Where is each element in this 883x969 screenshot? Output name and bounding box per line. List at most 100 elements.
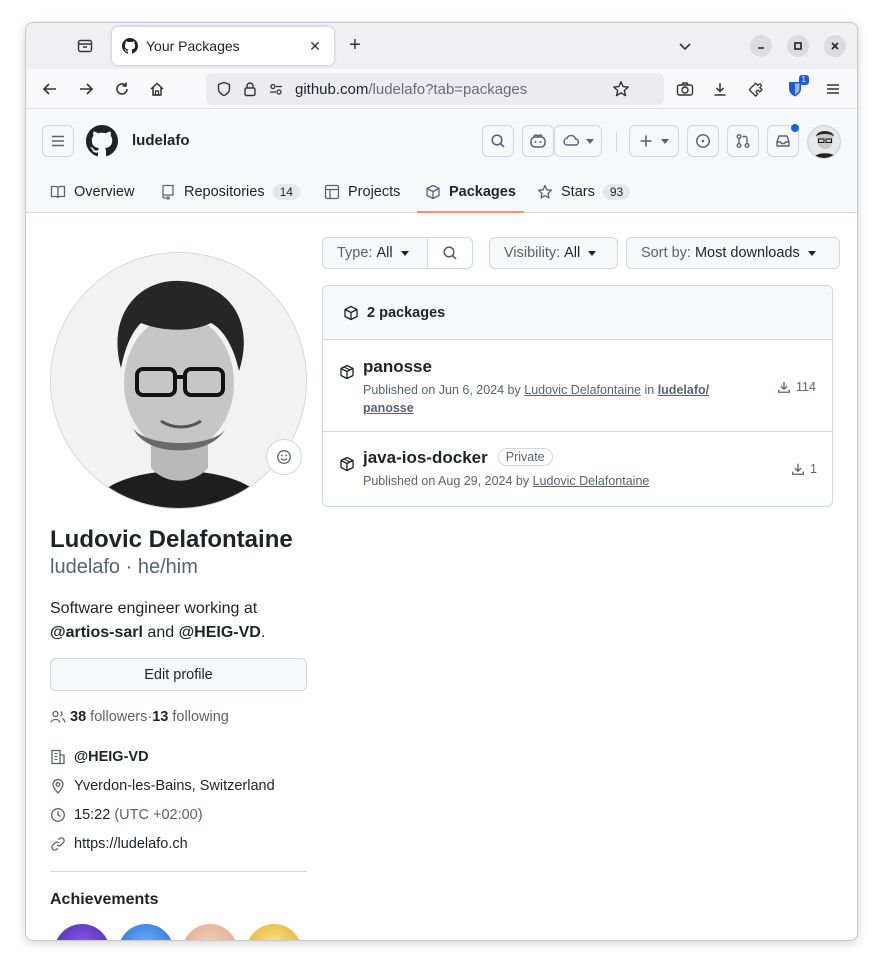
bio-org-link-artios[interactable]: @artios-sarl <box>50 624 143 641</box>
profile-local-time: 15:22 (UTC +02:00) <box>50 807 203 823</box>
menu-icon[interactable] <box>822 78 844 100</box>
hamburger-menu-button[interactable] <box>42 125 74 157</box>
package-meta: Published on Aug 29, 2024 by Ludovic Del… <box>363 472 743 490</box>
navigation-toolbar: github.com/ludelafo?tab=packages 1 <box>26 69 857 109</box>
package-name-link[interactable]: panosse <box>363 357 432 377</box>
reload-icon[interactable] <box>111 78 133 100</box>
location-text: Yverdon-les-Bains, Switzerland <box>74 778 275 794</box>
url-text[interactable]: github.com/ludelafo?tab=packages <box>295 81 527 98</box>
forward-icon[interactable] <box>75 78 97 100</box>
followers-count: 38 <box>70 709 87 725</box>
url-path: /ludelafo?tab=packages <box>368 81 528 98</box>
tab-strip: Your Packages ✕ + <box>26 23 857 69</box>
tab-stars-label: Stars <box>561 183 595 200</box>
package-icon <box>340 456 354 472</box>
copilot-dropdown-button[interactable] <box>554 125 602 157</box>
lock-icon[interactable] <box>242 81 258 102</box>
profile-bio: Software engineer working at @artios-sar… <box>50 597 310 645</box>
package-name-link[interactable]: java-ios-docker <box>363 448 488 467</box>
achievement-badge-1[interactable] <box>54 924 110 940</box>
downloads-icon[interactable] <box>709 78 731 100</box>
github-logo-icon[interactable] <box>86 125 118 162</box>
copilot-button[interactable] <box>522 125 554 157</box>
tab-repositories-label: Repositories <box>184 183 265 200</box>
header-username-link[interactable]: ludelafo <box>132 132 190 149</box>
tab-overview-label: Overview <box>74 183 135 200</box>
package-in: in <box>644 383 655 397</box>
achievement-badge-4[interactable] <box>246 924 302 940</box>
bio-text: Software engineer working at <box>50 600 258 617</box>
tab-projects-label: Projects <box>348 183 401 200</box>
following-link[interactable]: 13 following <box>152 709 229 725</box>
follow-stats: 38 followers · 13 following <box>50 709 229 725</box>
star-icon <box>537 184 553 199</box>
achievement-badge-3[interactable] <box>182 924 238 940</box>
visibility-filter-label: Visibility: <box>504 245 561 261</box>
bio-and: and <box>142 624 179 641</box>
browser-tab-active[interactable]: Your Packages ✕ <box>112 27 334 65</box>
clock-icon <box>51 808 65 822</box>
maximize-icon[interactable] <box>787 35 809 57</box>
package-download-count: 1 <box>810 462 817 476</box>
back-icon[interactable] <box>39 78 61 100</box>
create-new-button[interactable] <box>629 125 679 157</box>
tab-stars[interactable]: Stars 93 <box>537 170 631 213</box>
tracking-protection-icon[interactable] <box>216 81 232 102</box>
new-tab-icon[interactable]: + <box>344 35 366 57</box>
minimize-icon[interactable] <box>750 35 772 57</box>
package-search-button[interactable] <box>427 237 473 269</box>
profile-website: https://ludelafo.ch <box>50 836 188 852</box>
screenshot-icon[interactable] <box>674 78 696 100</box>
website-link[interactable]: https://ludelafo.ch <box>74 836 188 852</box>
following-count: 13 <box>152 709 169 725</box>
repositories-counter: 14 <box>272 183 300 200</box>
type-filter-dropdown[interactable]: Type: All <box>322 237 428 269</box>
sort-value: Most downloads <box>694 245 800 261</box>
browser-window: Your Packages ✕ + github.com/ludelafo?ta… <box>25 22 858 941</box>
sort-dropdown[interactable]: Sort by: Most downloads <box>626 237 840 269</box>
achievements-heading: Achievements <box>50 891 159 908</box>
tab-close-icon[interactable]: ✕ <box>306 38 324 55</box>
bitwarden-extension-icon[interactable]: 1 <box>784 75 809 100</box>
user-avatar-small[interactable] <box>807 125 841 159</box>
edit-profile-button[interactable]: Edit profile <box>50 658 307 691</box>
visibility-filter-value: All <box>564 245 581 261</box>
package-download-count: 114 <box>796 380 816 394</box>
home-icon[interactable] <box>146 78 168 100</box>
bookmark-star-icon[interactable] <box>612 80 630 103</box>
package-icon <box>426 184 440 199</box>
github-favicon-icon <box>122 38 138 54</box>
extensions-icon[interactable] <box>746 78 768 100</box>
bio-org-link-heig[interactable]: @HEIG-VD <box>179 624 261 641</box>
package-author-link[interactable]: Ludovic Delafontaine <box>524 383 641 397</box>
tab-packages[interactable]: Packages <box>417 170 524 213</box>
package-author-link[interactable]: Ludovic Delafontaine <box>533 474 650 488</box>
followers-link[interactable]: 38 followers <box>70 709 147 725</box>
table-icon <box>324 184 340 199</box>
header-divider <box>616 132 617 152</box>
repo-icon <box>162 184 174 200</box>
set-status-emoji-button[interactable] <box>266 439 302 475</box>
issues-button[interactable] <box>687 125 719 157</box>
pull-requests-button[interactable] <box>727 125 759 157</box>
list-all-tabs-icon[interactable] <box>674 35 696 57</box>
tab-title: Your Packages <box>146 38 240 54</box>
packages-count-header: 2 packages <box>323 286 832 340</box>
profile-full-name: Ludovic Delafontaine <box>50 526 293 553</box>
achievement-badge-2[interactable] <box>118 924 174 940</box>
site-permissions-icon[interactable] <box>268 81 284 102</box>
visibility-filter-dropdown[interactable]: Visibility: All <box>489 237 618 269</box>
list-item: java-ios-docker Private Published on Aug … <box>323 432 832 506</box>
search-button[interactable] <box>482 125 514 157</box>
close-window-icon[interactable] <box>824 35 846 57</box>
package-published: Published on Jun 6, 2024 by <box>363 383 521 397</box>
tab-overview[interactable]: Overview <box>50 170 134 213</box>
local-time-text: 15:22 <box>74 807 111 823</box>
firefox-view-icon[interactable] <box>74 35 96 57</box>
url-bar[interactable]: github.com/ludelafo?tab=packages <box>206 73 664 105</box>
tab-repositories[interactable]: Repositories 14 <box>160 170 300 213</box>
profile-avatar[interactable] <box>50 252 307 509</box>
organization-link[interactable]: @HEIG-VD <box>74 749 149 765</box>
package-downloads: 114 <box>777 380 816 394</box>
tab-projects[interactable]: Projects <box>324 170 400 213</box>
